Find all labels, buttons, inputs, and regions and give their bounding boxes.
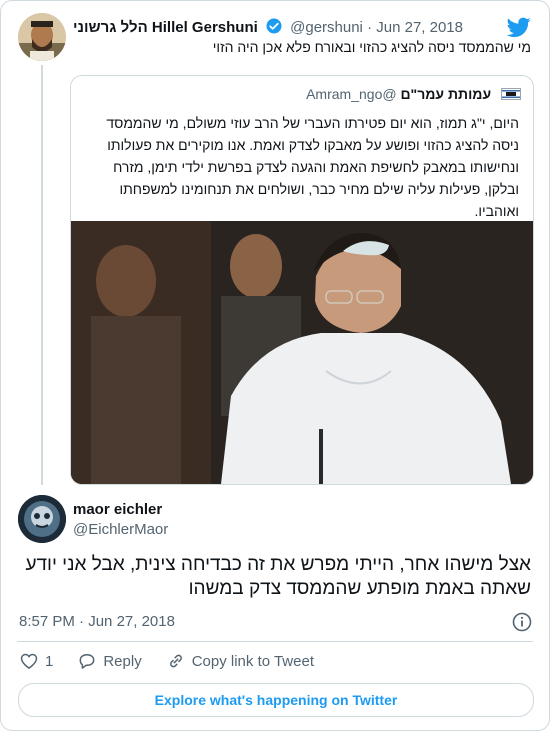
parent-separator: · bbox=[367, 19, 373, 36]
flag-icon bbox=[501, 87, 521, 103]
divider bbox=[17, 641, 533, 642]
like-count: 1 bbox=[45, 652, 54, 670]
reply-tweet-text: אצל מישהו אחר, הייתי מפרש את זה כבדיחה צ… bbox=[25, 554, 531, 599]
thread-line bbox=[41, 65, 43, 485]
verified-badge-icon bbox=[265, 17, 283, 39]
reply-label: Reply bbox=[103, 652, 142, 670]
reply-handle[interactable]: @EichlerMaor bbox=[73, 521, 168, 538]
heart-icon bbox=[20, 653, 38, 669]
parent-tweet-text: מי שהממסד ניסה להציג כהזוי ובאורח פלא אכ… bbox=[212, 39, 531, 55]
copy-link-button[interactable]: Copy link to Tweet bbox=[166, 651, 314, 671]
tweet-embed-card: הלל גרשוני Hillel Gershuni @gershuni · J… bbox=[0, 0, 550, 731]
link-icon bbox=[169, 654, 182, 668]
parent-header: הלל גרשוני Hillel Gershuni @gershuni · J… bbox=[73, 17, 463, 39]
parent-avatar[interactable] bbox=[18, 13, 66, 61]
reply-date: Jun 27, 2018 bbox=[88, 613, 175, 630]
parent-handle[interactable]: @gershuni bbox=[290, 19, 363, 36]
quoted-handle[interactable]: @Amram_ngo bbox=[306, 86, 396, 102]
twitter-bird-icon[interactable] bbox=[506, 15, 531, 39]
reply-icon bbox=[79, 654, 95, 669]
parent-date[interactable]: Jun 27, 2018 bbox=[376, 19, 463, 36]
parent-author-name[interactable]: הלל גרשוני Hillel Gershuni bbox=[73, 19, 258, 36]
info-icon[interactable] bbox=[511, 611, 533, 633]
quoted-header: עמותת עמר"ם @Amram_ngo bbox=[306, 86, 521, 103]
quoted-author-name[interactable]: עמותת עמר"ם bbox=[400, 86, 491, 102]
quoted-tweet-text: היום, י"ג תמוז, הוא יום פטירתו העברי של … bbox=[106, 115, 519, 219]
like-button[interactable]: 1 bbox=[19, 651, 53, 671]
reply-button[interactable]: Reply bbox=[77, 651, 142, 671]
explore-button[interactable]: Explore what's happening on Twitter bbox=[18, 683, 534, 717]
copy-link-label: Copy link to Tweet bbox=[191, 652, 314, 670]
quoted-tweet[interactable]: עמותת עמר"ם @Amram_ngo היום, י"ג תמוז, ה… bbox=[70, 75, 534, 485]
reply-timestamp[interactable]: 8:57 PM · Jun 27, 2018 bbox=[19, 613, 175, 630]
reply-time: 8:57 PM bbox=[19, 613, 75, 630]
reply-author-block: maor eichler @EichlerMaor bbox=[73, 501, 168, 538]
action-bar: 1 Reply Copy link to Tweet bbox=[19, 651, 338, 671]
reply-avatar[interactable] bbox=[18, 495, 66, 543]
reply-separator: · bbox=[79, 613, 85, 630]
quoted-media-photo[interactable] bbox=[71, 221, 533, 484]
reply-author-name[interactable]: maor eichler bbox=[73, 501, 168, 518]
